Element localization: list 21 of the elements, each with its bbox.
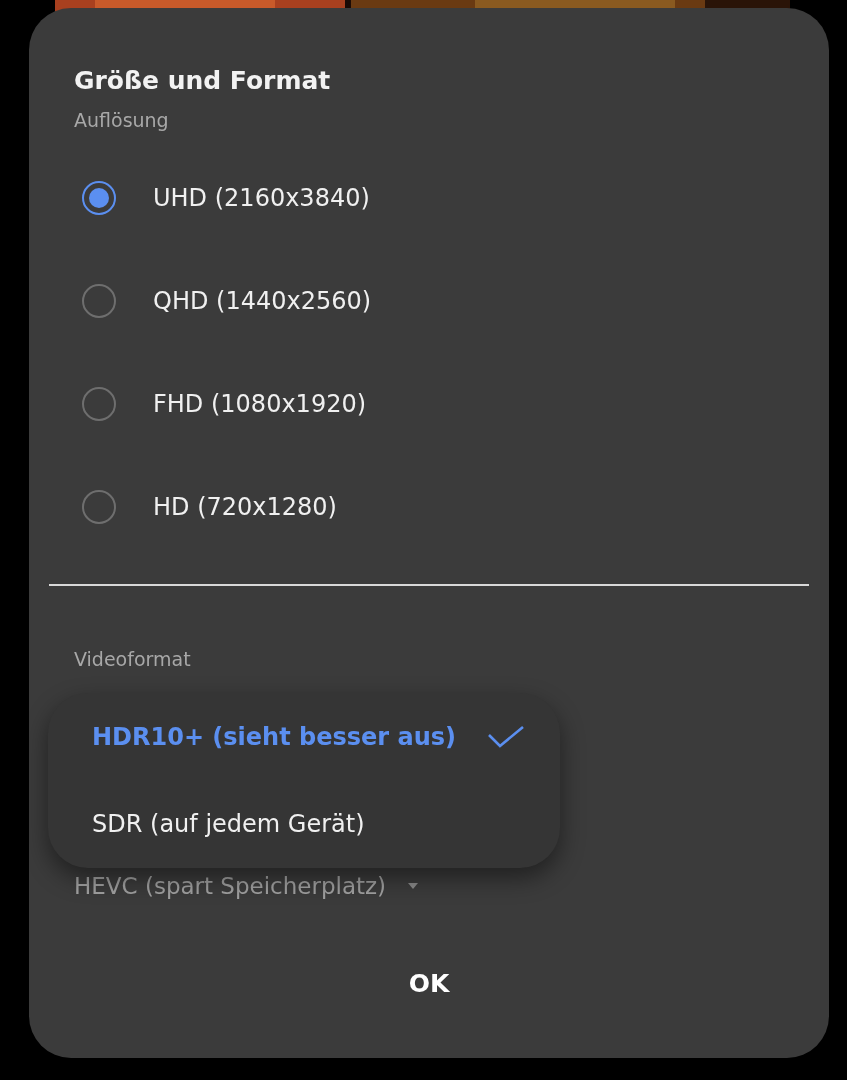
radio-option[interactable]: UHD (2160x3840): [49, 146, 809, 249]
radio-label: QHD (1440x2560): [153, 286, 372, 315]
radio-label: HD (720x1280): [153, 492, 337, 521]
check-icon: [488, 725, 524, 748]
radio-button[interactable]: [82, 489, 116, 524]
radio-button[interactable]: [82, 180, 116, 215]
radio-label: FHD (1080x1920): [153, 389, 367, 418]
section-label: Auflösung: [74, 109, 170, 131]
radio-option[interactable]: FHD (1080x1920): [49, 352, 809, 455]
dialog-title: Größe und Format: [74, 66, 332, 95]
menu-item[interactable]: HDR10+ (sieht besser aus): [48, 693, 560, 780]
radio-option[interactable]: HD (720x1280): [49, 455, 809, 558]
section-label: Videoformat: [74, 647, 192, 670]
menu-item[interactable]: SDR (auf jedem Gerät): [48, 780, 560, 867]
ok-button[interactable]: OK: [388, 960, 470, 1006]
format-dropdown[interactable]: HEVC (spart Speicherplatz): [74, 872, 419, 899]
caret-icon: [408, 882, 419, 889]
radio-label: UHD (2160x3840): [153, 183, 370, 212]
radio-option[interactable]: QHD (1440x2560): [49, 249, 809, 352]
radio-button[interactable]: [82, 386, 116, 421]
radio-button[interactable]: [82, 283, 116, 318]
